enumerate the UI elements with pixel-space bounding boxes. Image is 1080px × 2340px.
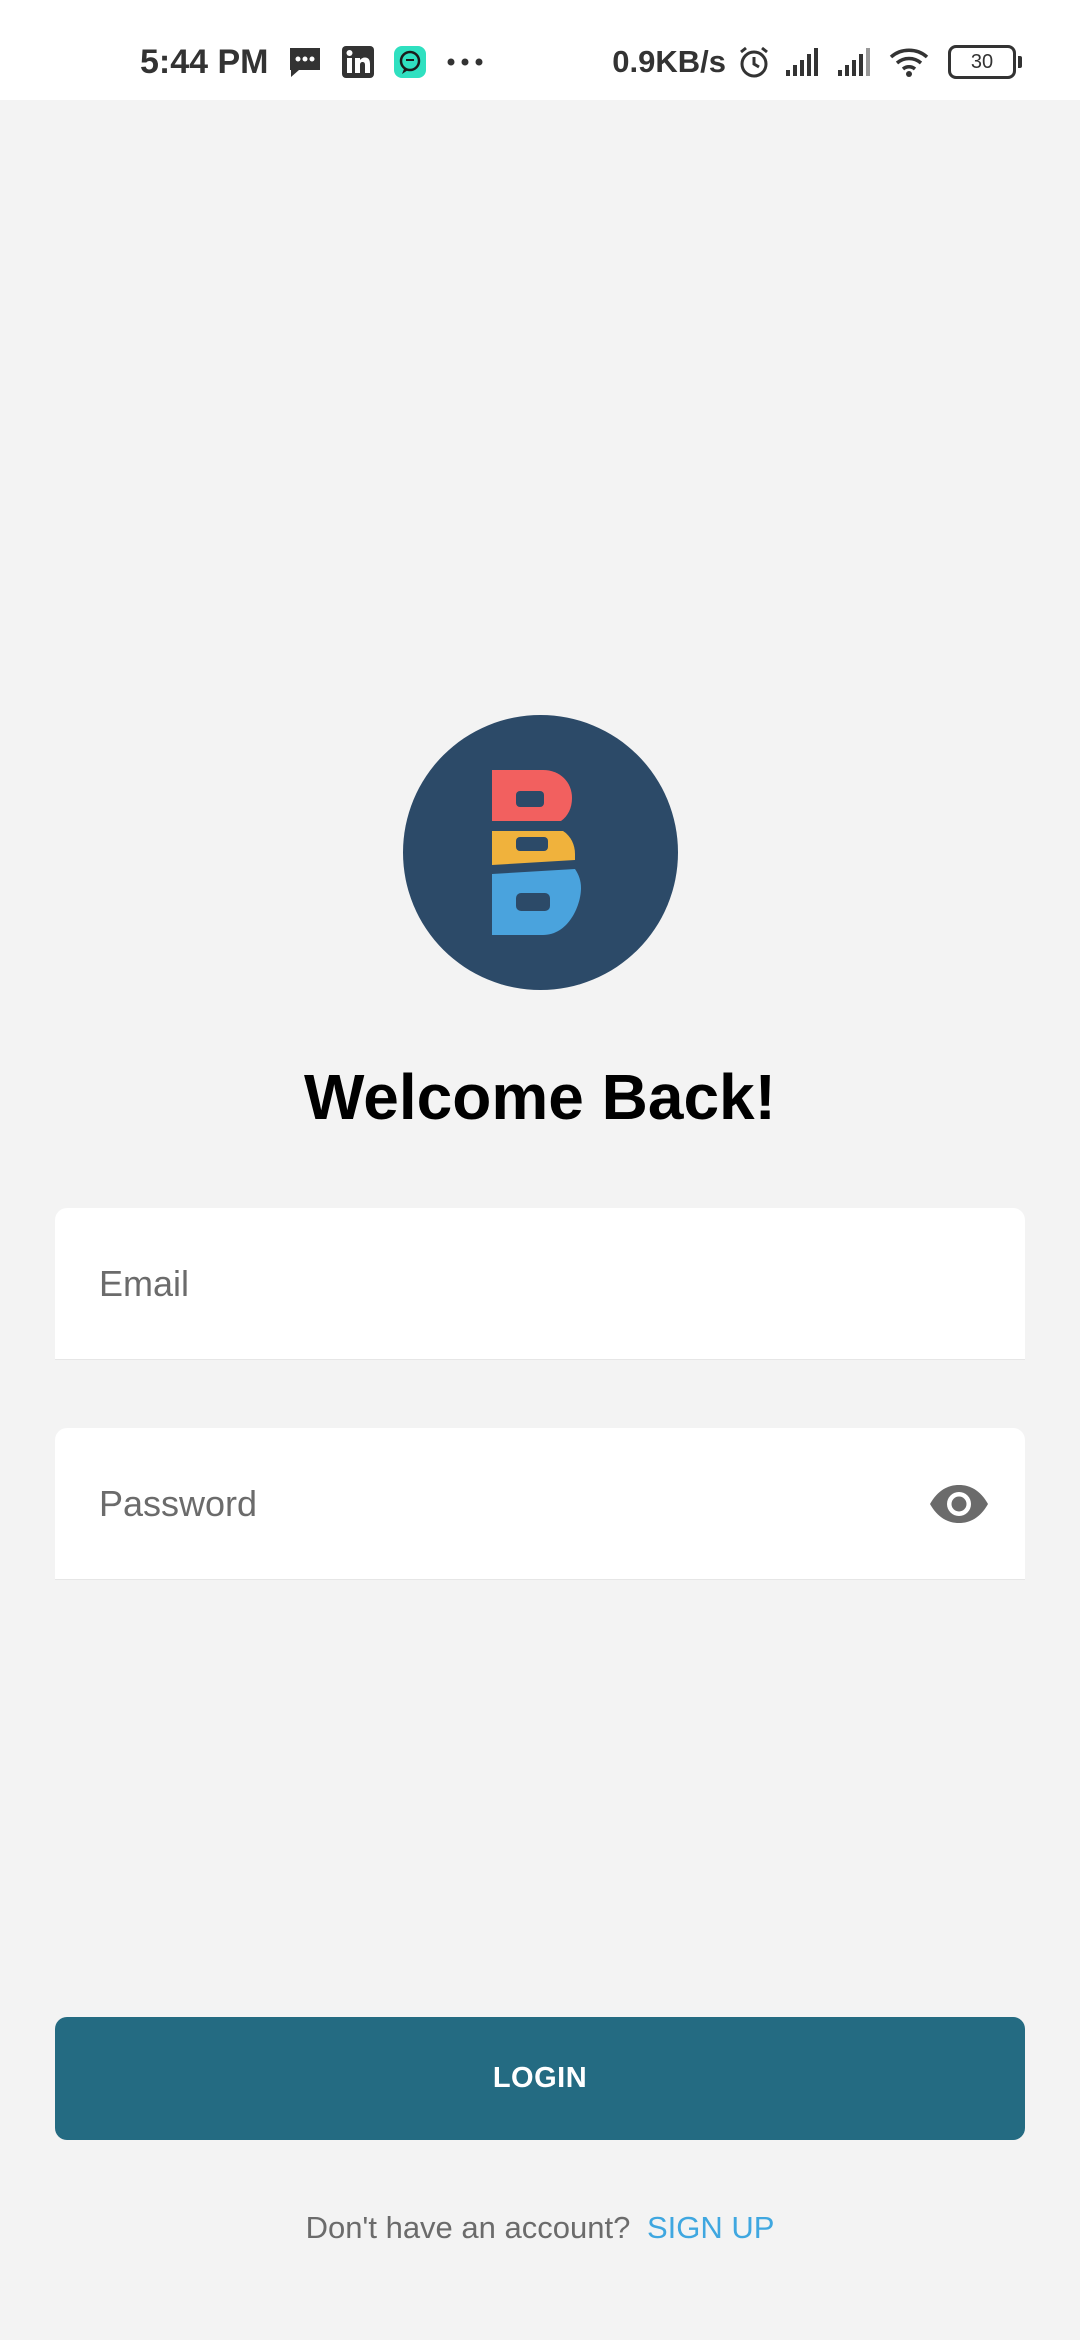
more-icon	[445, 56, 485, 68]
eye-icon[interactable]	[927, 1474, 991, 1534]
linkedin-icon	[341, 45, 375, 79]
wifi-icon	[888, 45, 930, 79]
password-input[interactable]	[99, 1428, 919, 1580]
alarm-icon	[736, 44, 772, 80]
signal-icon	[836, 46, 876, 78]
email-input[interactable]	[99, 1208, 919, 1360]
login-button[interactable]: LOGIN	[55, 2017, 1025, 2140]
battery-icon: 30	[948, 45, 1022, 79]
signup-row: Don't have an account? SIGN UP	[0, 2210, 1080, 2246]
status-bar: 5:44 PM 0.9KB/s 30	[0, 0, 1080, 100]
app-icon	[393, 45, 427, 79]
status-right: 0.9KB/s 30	[612, 36, 1022, 88]
email-field-container	[55, 1208, 1025, 1360]
password-field-container	[55, 1428, 1025, 1580]
network-speed: 0.9KB/s	[612, 44, 726, 79]
status-time: 5:44 PM	[140, 42, 269, 81]
signup-prompt: Don't have an account?	[305, 2210, 631, 2245]
status-left: 5:44 PM	[140, 36, 503, 88]
page-title: Welcome Back!	[304, 1061, 776, 1133]
signal-icon	[784, 46, 824, 78]
login-screen: 5:44 PM 0.9KB/s 30 Welcome Back! Email L…	[0, 0, 1080, 2340]
app-logo	[403, 715, 678, 990]
signup-link[interactable]: SIGN UP	[647, 2210, 774, 2245]
message-icon	[287, 45, 323, 79]
